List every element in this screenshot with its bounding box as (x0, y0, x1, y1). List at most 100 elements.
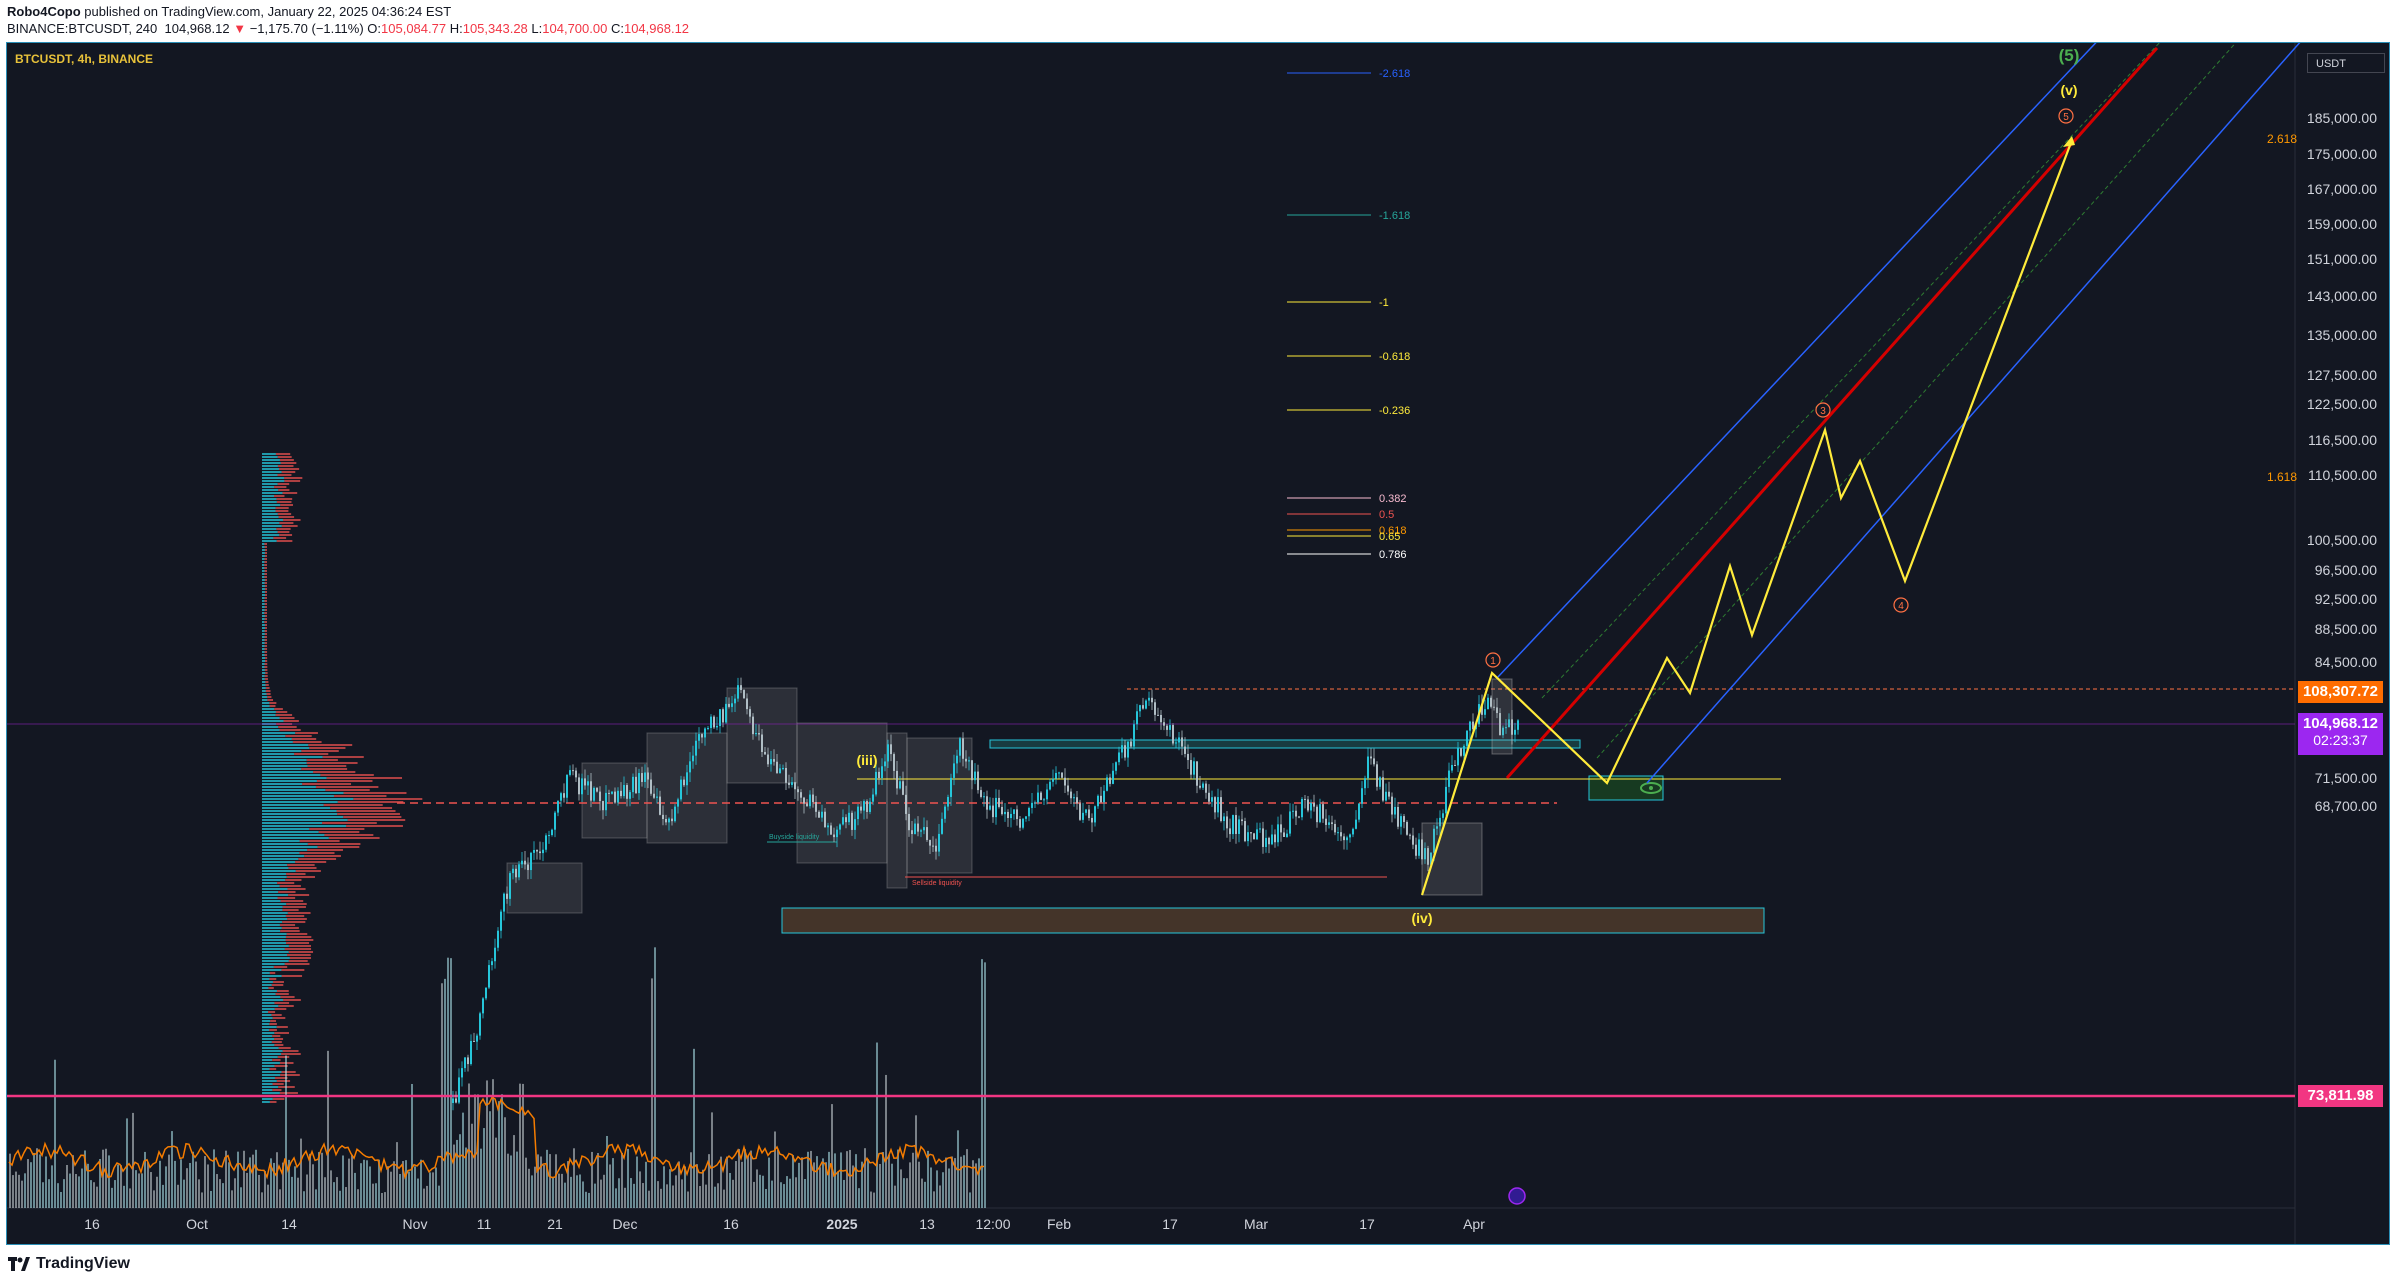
price-tag-high[interactable]: 108,307.72 (2298, 681, 2383, 703)
volume-profile (262, 453, 423, 1103)
time-axis[interactable]: 16 Oct 14 Nov 11 21 Dec 16 2025 13 12:00 Feb 17 Mar 17… (84, 1216, 1485, 1232)
low-label: L: (531, 21, 543, 36)
time-tick-label: 16 (723, 1216, 739, 1232)
current-price-value: 104,968.12 (2302, 715, 2379, 732)
fib-label: -1 (1379, 297, 1389, 309)
publish-header: Robo4Copo published on TradingView.com, … (0, 0, 2397, 42)
bar-countdown: 02:23:37 (2313, 732, 2368, 748)
replay-icon[interactable] (1508, 1187, 1526, 1205)
eye-pupil-icon (1649, 786, 1653, 790)
time-tick-label: Nov (403, 1216, 428, 1232)
price-tag-low[interactable]: 73,811.98 (2298, 1085, 2383, 1107)
price-tick-label: 100,500.00 (2307, 532, 2377, 548)
price-tick-label: 71,500.00 (2315, 770, 2377, 786)
currency-selector[interactable]: USDT (2307, 53, 2385, 73)
tradingview-logo[interactable]: TradingView (8, 1255, 130, 1273)
chart-legend[interactable]: BTCUSDT, 4h, BINANCE (15, 52, 153, 66)
time-tick-label: Apr (1463, 1216, 1485, 1232)
price-tick-label: 96,500.00 (2315, 562, 2377, 578)
volume-histogram (9, 947, 986, 1208)
publish-date: published on TradingView.com, January 22… (80, 4, 452, 19)
price-tick-label: 116,500.00 (2308, 432, 2377, 448)
svg-text:3: 3 (1820, 406, 1826, 417)
fib-label: 0.786 (1379, 549, 1407, 561)
down-arrow-icon: ▼ (233, 21, 247, 36)
open-label: O: (367, 21, 382, 36)
price-chart-canvas[interactable]: -2.618-1.618-1-0.618-0.2360.3820.50.6180… (7, 43, 2390, 1245)
fib-label: 0.382 (1379, 493, 1407, 505)
tv-logo-icon (8, 1257, 30, 1271)
fib-label: -0.236 (1379, 405, 1410, 417)
ext-label-1618: 1.618 (2267, 470, 2297, 484)
time-tick-label: 16 (84, 1216, 100, 1232)
fib-label: -2.618 (1379, 68, 1410, 80)
demand-zone (781, 907, 1765, 934)
time-tick-label: 2025 (826, 1216, 857, 1232)
wave-iv-label[interactable]: (iv) (1412, 910, 1433, 926)
price-tick-label: 135,000.00 (2307, 327, 2377, 343)
svg-text:4: 4 (1898, 601, 1904, 612)
open-value: 105,084.77 (381, 21, 447, 36)
time-tick-label: 12:00 (975, 1216, 1010, 1232)
ohlc-line: BINANCE:BTCUSDT, 240 104,968.12 ▼ −1,175… (7, 21, 689, 36)
price-tick-label: 84,500.00 (2315, 654, 2377, 670)
fibonacci-levels[interactable]: -2.618-1.618-1-0.618-0.2360.3820.50.6180… (1287, 68, 1410, 561)
price-tick-label: 88,500.00 (2315, 621, 2377, 637)
brand-name: TradingView (36, 1255, 130, 1272)
price-tick-label: 175,000.00 (2307, 146, 2377, 162)
price-tick-label: 122,500.00 (2307, 396, 2377, 412)
wave-circle-5[interactable]: 5 (2058, 108, 2074, 124)
close-label: C: (610, 21, 624, 36)
footer: TradingView (0, 1245, 2397, 1282)
time-tick-label: Feb (1047, 1216, 1071, 1232)
time-tick-label: Oct (186, 1216, 208, 1232)
high-label: H: (449, 21, 463, 36)
buyside-liquidity-label: Buyside liquidity (769, 834, 820, 841)
price-tick-label: 159,000.00 (2307, 216, 2377, 232)
time-tick-label: 17 (1359, 1216, 1375, 1232)
wave-iii-label[interactable]: (iii) (857, 752, 878, 768)
wave-circle-4[interactable]: 4 (1893, 597, 1909, 613)
time-tick-label: 11 (477, 1216, 492, 1232)
publish-info: Robo4Copo published on TradingView.com, … (7, 4, 451, 19)
symbol-text: BINANCE:BTCUSDT, 240 (7, 21, 158, 36)
last-price: 104,968.12 (164, 21, 230, 36)
time-tick-label: 17 (1162, 1216, 1178, 1232)
time-tick-label: 13 (919, 1216, 935, 1232)
chart-frame[interactable]: -2.618 -1.618 -1 -0.618 -0.236 0.382 0.5 0.618 0… (6, 42, 2390, 1245)
price-tag-current[interactable]: 104,968.12 02:23:37 (2298, 713, 2383, 755)
fib-label: -0.618 (1379, 351, 1410, 363)
svg-text:1: 1 (1490, 656, 1496, 667)
price-tick-label: 151,000.00 (2307, 251, 2377, 267)
ext-label-2618: 2.618 (2267, 132, 2297, 146)
wave-circle-3[interactable]: 3 (1815, 402, 1831, 418)
low-value: 104,700.00 (542, 21, 608, 36)
price-tick-label: 110,500.00 (2308, 467, 2377, 483)
time-tick-label: 21 (547, 1216, 563, 1232)
time-tick-label: Mar (1244, 1216, 1268, 1232)
range-bands (506, 687, 973, 914)
price-tick-label: 92,500.00 (2315, 591, 2377, 607)
author-name[interactable]: Robo4Copo (7, 4, 81, 19)
fib-label: -1.618 (1379, 210, 1410, 222)
price-tick-label: 143,000.00 (2307, 288, 2377, 304)
price-tick-label: 127,500.00 (2307, 367, 2377, 383)
wave-circle-1[interactable]: 1 (1485, 652, 1501, 668)
close-value: 104,968.12 (623, 21, 690, 36)
fib-label: 0.65 (1379, 531, 1400, 543)
price-tick-label: 167,000.00 (2307, 181, 2377, 197)
time-tick-label: Dec (613, 1216, 638, 1232)
price-axis[interactable]: 185,000.00 175,000.00 167,000.00 159,000.00… (2307, 110, 2377, 814)
wave-5-label[interactable]: (5) (2059, 46, 2080, 65)
price-tick-label: 185,000.00 (2307, 110, 2377, 126)
svg-text:5: 5 (2063, 112, 2069, 123)
time-tick-label: 14 (281, 1216, 297, 1232)
price-tick-label: 68,700.00 (2315, 798, 2377, 814)
price-change: −1,175.70 (−1.11%) (249, 21, 364, 36)
high-value: 105,343.28 (462, 21, 528, 36)
wave-v-label[interactable]: (v) (2060, 82, 2077, 98)
pitchfork-channel[interactable] (1496, 43, 2317, 784)
sellside-liquidity-label: Sellside liquidity (912, 880, 962, 887)
arrow-head-icon (2063, 136, 2075, 147)
fib-label: 0.5 (1379, 509, 1394, 521)
